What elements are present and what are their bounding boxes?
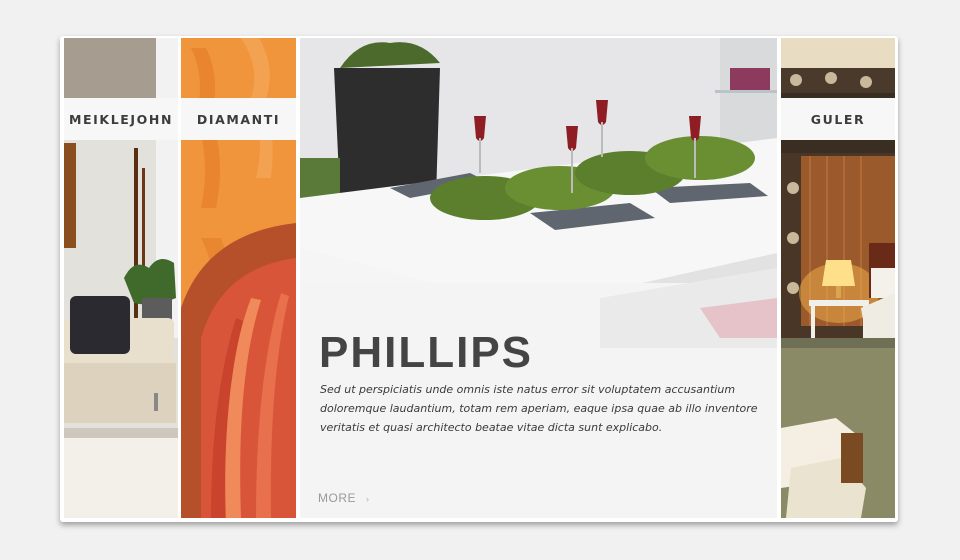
- panel-title: PHILLIPS: [319, 328, 534, 377]
- panel-label-meiklejohn[interactable]: MEIKLEJOHN: [64, 98, 178, 140]
- slider-panel-diamanti[interactable]: DIAMANTI: [181, 38, 296, 518]
- panel-label-guler[interactable]: GULER: [781, 98, 895, 140]
- more-link[interactable]: MORE ›: [318, 491, 370, 505]
- panel-content: PHILLIPS Sed ut perspiciatis unde omnis …: [300, 38, 777, 518]
- panel-description: Sed ut perspiciatis unde omnis iste natu…: [320, 383, 758, 434]
- panel-label-diamanti[interactable]: DIAMANTI: [181, 98, 296, 140]
- slider-panel-meiklejohn[interactable]: MEIKLEJOHN: [64, 38, 178, 518]
- chevron-right-icon[interactable]: ›: [366, 494, 370, 504]
- slider-panel-guler[interactable]: GULER: [781, 38, 895, 518]
- more-link-label[interactable]: MORE: [318, 491, 356, 505]
- slider-panel-phillips[interactable]: PHILLIPS Sed ut perspiciatis unde omnis …: [300, 38, 777, 518]
